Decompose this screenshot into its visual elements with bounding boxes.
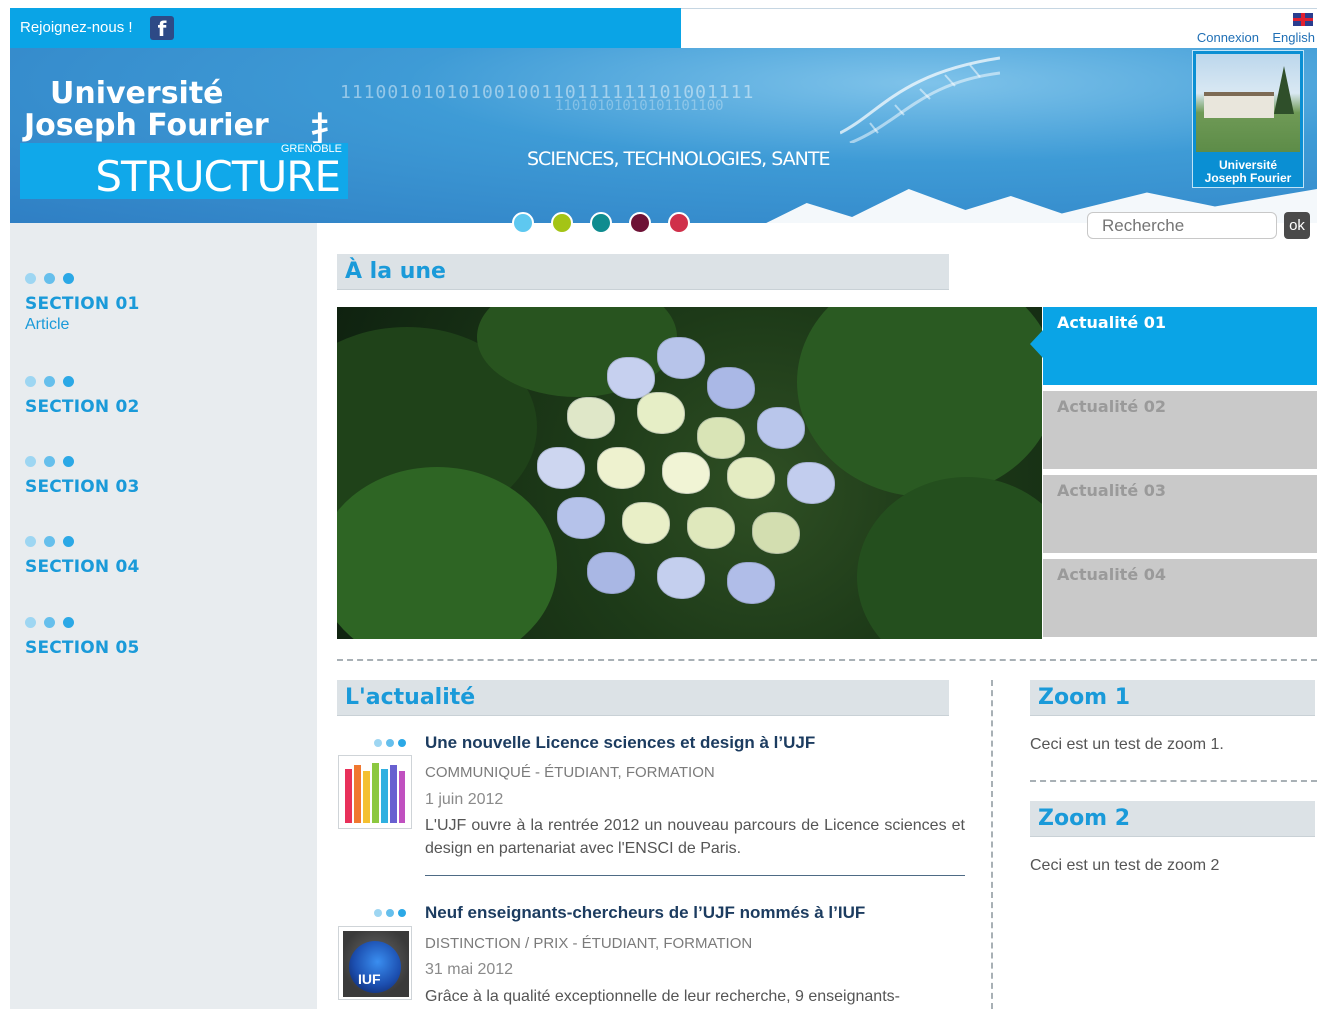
sidebar-item-section-01[interactable]: SECTION 01 xyxy=(25,294,140,314)
account-bar: Connexion English xyxy=(681,8,1317,48)
sidebar: SECTION 01 Article SECTION 02 SECTION 03… xyxy=(10,223,317,1009)
building-shape xyxy=(1204,92,1274,118)
a-la-une-title: À la une xyxy=(345,259,446,284)
sidebar-section-03: SECTION 03 xyxy=(25,456,140,497)
sidebar-item-section-04[interactable]: SECTION 04 xyxy=(25,557,140,577)
structure-title: STRUCTURE xyxy=(95,152,341,201)
dots-icon xyxy=(374,909,406,917)
dna-icon xyxy=(840,56,1000,143)
article-summary: L'UJF ouvre à la rentrée 2012 un nouveau… xyxy=(425,817,965,857)
sidebar-subitem-article[interactable]: Article xyxy=(25,316,140,334)
join-us-link[interactable]: Rejoignez-nous ! xyxy=(20,19,133,36)
iuf-logo-icon: IUF xyxy=(343,931,409,997)
photo-caption-line-2: Joseph Fourier xyxy=(1204,171,1292,185)
article-category[interactable]: DISTINCTION / PRIX - ÉTUDIANT, FORMATION xyxy=(425,935,752,952)
campus-photo xyxy=(1196,54,1300,152)
article-thumbnail[interactable] xyxy=(338,755,412,829)
active-tab-arrow xyxy=(1030,330,1043,358)
news-tab-04[interactable]: Actualité 04 xyxy=(1043,559,1317,637)
zoom-1-text: Ceci est un test de zoom 1. xyxy=(1030,736,1224,753)
header-banner: 11100101010100100110111111101001111 1101… xyxy=(10,48,1317,223)
dots-icon xyxy=(374,739,406,747)
zoom-2-heading: Zoom 2 xyxy=(1030,801,1315,837)
photo-caption: Université Joseph Fourier xyxy=(1193,159,1303,185)
divider xyxy=(337,659,1317,661)
actualite-title: L'actualité xyxy=(345,685,476,710)
dots-icon xyxy=(25,456,140,467)
color-dot-1[interactable] xyxy=(512,212,534,234)
featured-photo[interactable] xyxy=(337,307,1042,639)
color-dot-2[interactable] xyxy=(551,212,573,234)
hydrangea-flower xyxy=(527,337,867,637)
uk-flag-icon[interactable] xyxy=(1293,13,1313,26)
sidebar-section-02: SECTION 02 xyxy=(25,376,140,417)
binary-decoration-2: 11010101010101101100 xyxy=(555,98,724,114)
leaf-shape xyxy=(337,467,557,639)
zoom-divider xyxy=(1030,780,1317,782)
zoom-2-title[interactable]: Zoom 2 xyxy=(1038,806,1130,831)
color-dot-4[interactable] xyxy=(629,212,651,234)
join-bar: Rejoignez-nous ! f xyxy=(10,8,681,48)
top-strip: Rejoignez-nous ! f Connexion English xyxy=(10,8,1317,48)
news-tab-01[interactable]: Actualité 01 xyxy=(1043,307,1317,385)
actualite-heading: L'actualité xyxy=(337,680,949,716)
sidebar-item-section-05[interactable]: SECTION 05 xyxy=(25,638,140,658)
news-tab-label: Actualité 02 xyxy=(1057,397,1167,416)
search-ok-button[interactable]: ok xyxy=(1284,212,1310,239)
color-dot-3[interactable] xyxy=(590,212,612,234)
sidebar-section-04: SECTION 04 xyxy=(25,536,140,577)
iuf-label: IUF xyxy=(358,971,381,987)
facebook-icon[interactable]: f xyxy=(150,16,174,41)
color-tubes-icon xyxy=(345,763,405,823)
connexion-link[interactable]: Connexion xyxy=(1197,30,1259,45)
dots-icon xyxy=(25,617,140,628)
color-dot-5[interactable] xyxy=(668,212,690,234)
article-date: 1 juin 2012 xyxy=(425,791,504,808)
news-tab-label: Actualité 03 xyxy=(1057,481,1167,500)
a-la-une-heading: À la une xyxy=(337,254,949,290)
article-summary: Grâce à la qualité exceptionnelle de leu… xyxy=(425,988,900,1005)
news-tab-02[interactable]: Actualité 02 xyxy=(1043,391,1317,469)
photo-caption-line-1: Université xyxy=(1218,158,1278,172)
logo-line-1: Université xyxy=(50,76,224,111)
news-tab-label: Actualité 01 xyxy=(1057,313,1167,332)
leaf-shape xyxy=(857,477,1042,639)
sidebar-section-01: SECTION 01 Article xyxy=(25,273,140,334)
structure-box: GRENOBLE STRUCTURE xyxy=(20,143,348,199)
sidebar-item-section-03[interactable]: SECTION 03 xyxy=(25,477,140,497)
dots-icon xyxy=(25,376,140,387)
article-date: 31 mai 2012 xyxy=(425,961,514,978)
dots-icon xyxy=(25,536,140,547)
tree-shape xyxy=(1274,66,1294,114)
article-separator xyxy=(425,875,965,876)
article-thumbnail[interactable]: IUF xyxy=(338,926,412,1000)
zoom-2-text: Ceci est un test de zoom 2 xyxy=(1030,857,1220,874)
column-divider xyxy=(991,680,993,1009)
article-category[interactable]: COMMUNIQUÉ - ÉTUDIANT, FORMATION xyxy=(425,764,715,781)
sidebar-item-section-02[interactable]: SECTION 02 xyxy=(25,397,140,417)
article-title[interactable]: Neuf enseignants-chercheurs de l’UJF nom… xyxy=(425,903,865,923)
tagline: SCIENCES, TECHNOLOGIES, SANTE xyxy=(527,148,830,170)
english-link[interactable]: English xyxy=(1272,30,1315,45)
news-tab-03[interactable]: Actualité 03 xyxy=(1043,475,1317,553)
ujf-photo-link[interactable]: Université Joseph Fourier xyxy=(1192,50,1304,188)
article-title[interactable]: Une nouvelle Licence sciences et design … xyxy=(425,733,815,753)
zoom-1-title[interactable]: Zoom 1 xyxy=(1038,685,1130,710)
search-input[interactable] xyxy=(1087,212,1277,239)
sidebar-section-05: SECTION 05 xyxy=(25,617,140,658)
news-tab-label: Actualité 04 xyxy=(1057,565,1167,584)
zoom-1-heading: Zoom 1 xyxy=(1030,680,1315,716)
logo-line-2: Joseph Fourier xyxy=(24,108,269,143)
dots-icon xyxy=(25,273,140,284)
